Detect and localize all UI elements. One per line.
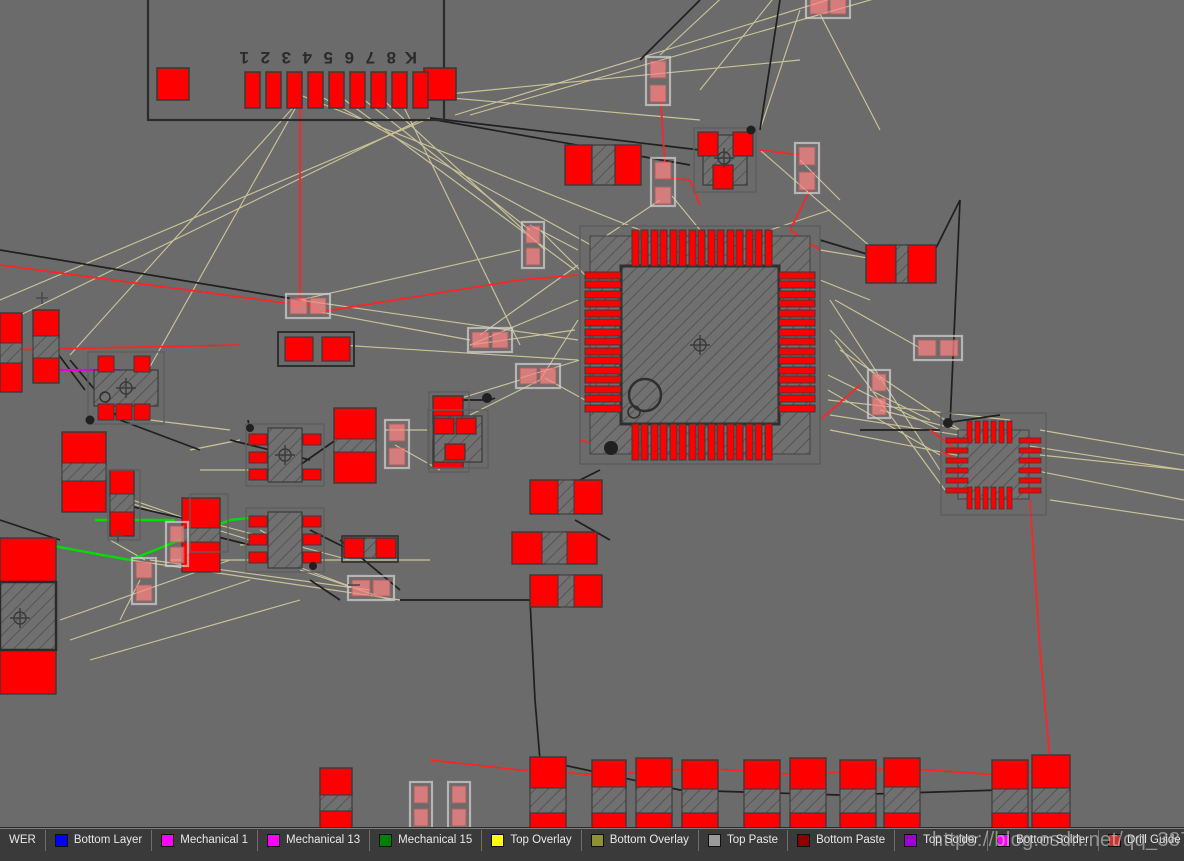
svg-text:5: 5 bbox=[324, 48, 333, 67]
main-ic-QFP[interactable] bbox=[579, 225, 821, 465]
layer-color-swatch bbox=[904, 834, 918, 847]
layer-tab-mechanical-15[interactable]: Mechanical 15 bbox=[370, 830, 483, 851]
svg-text:8: 8 bbox=[387, 48, 396, 67]
layer-color-swatch bbox=[379, 834, 393, 847]
layer-tab-top-overlay[interactable]: Top Overlay bbox=[482, 830, 582, 851]
svg-text:3: 3 bbox=[282, 48, 291, 67]
layer-color-swatch bbox=[54, 834, 68, 847]
layer-tab-label: Bottom Solder bbox=[1016, 834, 1089, 846]
svg-text:4: 4 bbox=[302, 48, 312, 67]
layer-tab-label: Bottom Paste bbox=[816, 834, 886, 846]
layer-tab-bar[interactable]: WER Bottom Layer Mechanical 1 Mechanical 13… bbox=[0, 828, 1184, 861]
layer-color-swatch bbox=[161, 834, 175, 847]
pin1-dot-marker bbox=[604, 441, 618, 455]
layer-tab-label: Top Overlay bbox=[510, 834, 572, 846]
layer-tab-label: Mechanical 15 bbox=[398, 834, 473, 846]
svg-text:1: 1 bbox=[240, 48, 249, 67]
svg-text:6: 6 bbox=[345, 48, 354, 67]
layer-tab-label: Bottom Layer bbox=[73, 834, 143, 846]
layer-tab-label: Mechanical 13 bbox=[286, 834, 361, 846]
svg-text:2: 2 bbox=[261, 48, 270, 67]
layer-tab-mechanical-13[interactable]: Mechanical 13 bbox=[258, 830, 371, 851]
layer-tab-wer[interactable]: WER bbox=[0, 830, 46, 851]
layer-tab-label: Top Solder bbox=[923, 834, 979, 846]
layer-tab-label: Bottom Overlay bbox=[609, 834, 689, 846]
layer-tab-label: WER bbox=[9, 834, 36, 846]
layer-tab-top-paste[interactable]: Top Paste bbox=[699, 830, 789, 851]
svg-text:K: K bbox=[404, 48, 417, 67]
layer-tab-bottom-paste[interactable]: Bottom Paste bbox=[788, 830, 896, 851]
layer-color-swatch bbox=[590, 834, 604, 847]
layer-color-swatch bbox=[997, 834, 1011, 847]
layer-tab-mechanical-1[interactable]: Mechanical 1 bbox=[152, 830, 259, 851]
layer-color-swatch bbox=[491, 834, 505, 847]
layer-color-swatch bbox=[707, 834, 721, 847]
layer-tab-label: Mechanical 1 bbox=[180, 834, 249, 846]
layer-tab-label: Top Paste bbox=[726, 834, 779, 846]
layer-tab-drill-guide[interactable]: Drill Guide bbox=[1099, 830, 1184, 851]
layer-tab-bottom-layer[interactable]: Bottom Layer bbox=[46, 830, 153, 851]
pcb-editor-window: 1 2 3 4 5 6 7 8 K WER Bottom Layer Mecha… bbox=[0, 0, 1184, 861]
pcb-canvas[interactable]: 1 2 3 4 5 6 7 8 K bbox=[0, 0, 1184, 828]
svg-text:7: 7 bbox=[366, 48, 375, 67]
layer-tab-bottom-overlay[interactable]: Bottom Overlay bbox=[582, 830, 699, 851]
layer-color-swatch bbox=[267, 834, 281, 847]
layer-tab-label: Drill Guide bbox=[1127, 834, 1181, 846]
pcb-artwork: 1 2 3 4 5 6 7 8 K bbox=[0, 0, 1184, 828]
layer-color-swatch bbox=[797, 834, 811, 847]
layer-color-swatch bbox=[1108, 834, 1121, 847]
layer-tab-bottom-solder[interactable]: Bottom Solder bbox=[988, 830, 1099, 851]
layer-tab-top-solder[interactable]: Top Solder bbox=[895, 830, 989, 851]
